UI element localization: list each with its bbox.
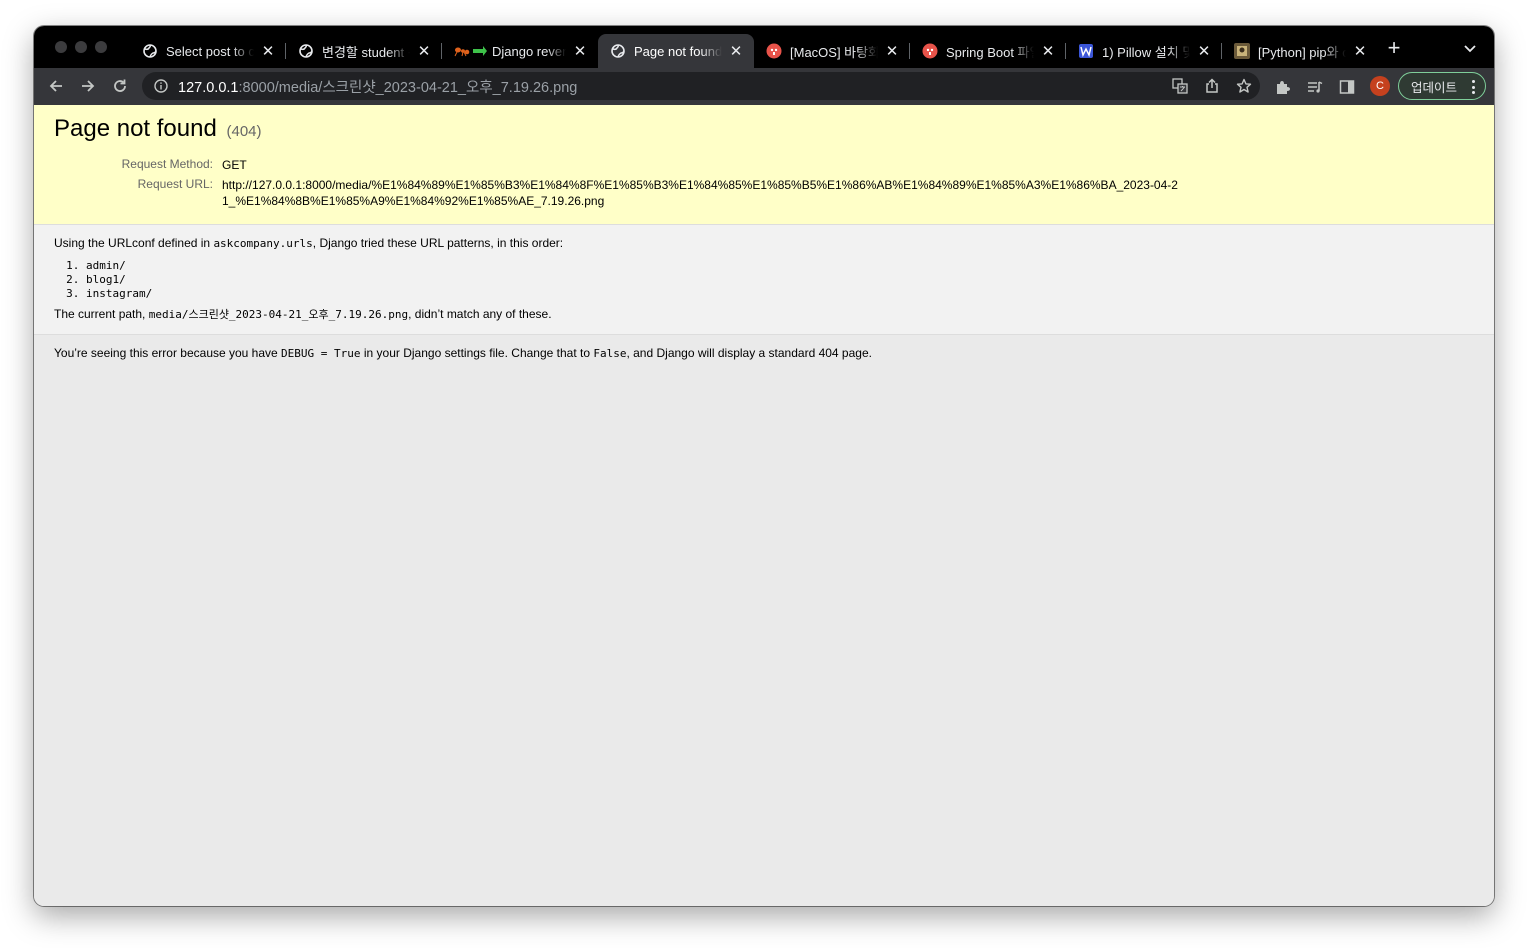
share-icon[interactable] <box>1204 78 1220 94</box>
update-label: 업데이트 <box>1411 80 1458 95</box>
status-code: (404) <box>226 123 262 140</box>
tab-search-chevron-icon[interactable] <box>1462 40 1478 56</box>
url-path: :8000/media/스크린샷_2023-04-21_오후_7.19.26.p… <box>238 79 578 96</box>
new-tab-button[interactable]: + <box>1384 37 1404 59</box>
urlconf-info: Using the URLconf defined in askcompany.… <box>34 225 1494 335</box>
close-tab-icon[interactable]: ✕ <box>1040 43 1056 60</box>
tab-title: 1) Pillow 설치 및 <box>1102 44 1190 60</box>
red-circle-icon <box>922 43 938 59</box>
debug-false-value: False <box>593 347 627 360</box>
tab-title: Spring Boot 파일 <box>946 44 1034 60</box>
extensions-puzzle-icon[interactable] <box>1274 78 1292 96</box>
minimize-window-button[interactable] <box>75 41 87 53</box>
page-content: Page not found (404) Request Method: GET… <box>34 105 1494 906</box>
side-panel-icon[interactable] <box>1338 78 1356 96</box>
green-arrow-icon <box>472 43 488 59</box>
tab-page-not-found[interactable]: Page not found at /media/ ✕ <box>598 34 754 68</box>
request-url-label: Request URL: <box>137 177 213 191</box>
current-path-text: The current path, media/스크린샷_2023-04-21_… <box>54 306 1474 323</box>
error-summary: Page not found (404) Request Method: GET… <box>34 105 1494 225</box>
tab-title: Django reverse <box>492 43 566 59</box>
translate-icon[interactable] <box>1172 78 1188 94</box>
tab-django-reverse[interactable]: Django reverse ✕ <box>442 34 598 68</box>
tab-list: Select post to change ✕ 변경할 student 선택 ✕ <box>130 34 1378 68</box>
update-button[interactable]: 업데이트 <box>1398 72 1486 100</box>
request-url-value: http://127.0.0.1:8000/media/%E1%84%89%E1… <box>222 178 1178 208</box>
close-tab-icon[interactable]: ✕ <box>884 43 900 60</box>
url-text[interactable]: 127.0.0.1:8000/media/스크린샷_2023-04-21_오후_… <box>178 76 577 97</box>
close-window-button[interactable] <box>55 41 67 53</box>
tab-student-select[interactable]: 변경할 student 선택 ✕ <box>286 34 442 68</box>
urlconf-suffix: , Django tried these URL patterns, in th… <box>312 236 564 250</box>
tab-title: [MacOS] 바탕화면 <box>790 44 878 60</box>
tab-select-post[interactable]: Select post to change ✕ <box>130 34 286 68</box>
debug-setting: DEBUG = True <box>281 347 361 360</box>
url-pattern-item: blog1/ <box>86 273 1474 287</box>
url-host: 127.0.0.1 <box>178 79 239 96</box>
address-bar-actions <box>1172 78 1252 94</box>
red-circle-icon <box>766 43 782 59</box>
urlconf-prefix: Using the URLconf defined in <box>54 236 214 250</box>
wikidocs-icon <box>1078 43 1094 59</box>
bookmark-star-icon[interactable] <box>1236 78 1252 94</box>
tab-title: Page not found at /media/ <box>634 43 722 59</box>
debug-prefix: You’re seeing this error because you hav… <box>54 346 282 360</box>
tab-spring-boot[interactable]: Spring Boot 파일 ✕ <box>910 34 1066 68</box>
zoom-window-button[interactable] <box>95 41 107 53</box>
request-meta-table: Request Method: GET Request URL: http://… <box>54 155 1182 211</box>
tab-title: Select post to change <box>166 43 254 59</box>
browser-window: Select post to change ✕ 변경할 student 선택 ✕ <box>34 26 1494 906</box>
tab-pillow-install[interactable]: 1) Pillow 설치 및 ✕ <box>1066 34 1222 68</box>
tab-strip: Select post to change ✕ 변경할 student 선택 ✕ <box>34 26 1494 68</box>
current-path: media/스크린샷_2023-04-21_오후_7.19.26.png <box>148 308 409 321</box>
close-tab-icon[interactable]: ✕ <box>416 43 432 60</box>
tab-title: [Python] pip와 conda <box>1258 44 1346 60</box>
urlconf-module: askcompany.urls <box>213 237 313 250</box>
globe-icon <box>142 43 158 59</box>
globe-icon <box>298 43 314 59</box>
globe-icon <box>610 43 626 59</box>
path-prefix: The current path, <box>54 307 149 321</box>
close-tab-icon[interactable]: ✕ <box>728 43 744 60</box>
path-suffix: , didn’t match any of these. <box>408 307 552 321</box>
url-pattern-item: admin/ <box>86 259 1474 273</box>
browser-toolbar: 127.0.0.1:8000/media/스크린샷_2023-04-21_오후_… <box>34 68 1494 105</box>
back-button[interactable] <box>46 76 66 96</box>
close-tab-icon[interactable]: ✕ <box>260 43 276 60</box>
thumbnail-icon <box>1234 43 1250 59</box>
reload-icon <box>114 79 126 92</box>
forward-button[interactable] <box>78 76 98 96</box>
debug-middle: in your Django settings file. Change tha… <box>360 346 594 360</box>
request-method-label: Request Method: <box>121 157 213 171</box>
ant-icon <box>454 43 470 59</box>
urlconf-text: Using the URLconf defined in askcompany.… <box>54 235 1474 252</box>
menu-kebab-icon[interactable] <box>1472 80 1475 94</box>
back-arrow-icon <box>49 80 62 92</box>
tab-macos-wallpaper[interactable]: [MacOS] 바탕화면 ✕ <box>754 34 910 68</box>
forward-arrow-icon <box>82 80 95 92</box>
reload-button[interactable] <box>110 76 130 96</box>
site-info-icon[interactable] <box>154 79 168 93</box>
debug-text: You’re seeing this error because you hav… <box>54 345 1474 362</box>
debug-suffix: , and Django will display a standard 404… <box>626 346 872 360</box>
close-tab-icon[interactable]: ✕ <box>572 43 588 60</box>
reading-list-icon[interactable] <box>1306 78 1324 96</box>
tab-title: 변경할 student 선택 <box>322 44 410 60</box>
profile-avatar[interactable]: C <box>1370 76 1390 96</box>
close-tab-icon[interactable]: ✕ <box>1352 43 1368 60</box>
url-pattern-item: instagram/ <box>86 287 1474 301</box>
url-pattern-list: admin/ blog1/ instagram/ <box>86 259 1474 301</box>
request-method-value: GET <box>222 158 247 172</box>
debug-explanation: You’re seeing this error because you hav… <box>34 335 1494 372</box>
close-tab-icon[interactable]: ✕ <box>1196 43 1212 60</box>
page-title-text: Page not found <box>54 115 217 142</box>
page-title: Page not found (404) <box>54 115 1474 143</box>
tab-python-pip[interactable]: [Python] pip와 conda ✕ <box>1222 34 1378 68</box>
address-bar[interactable]: 127.0.0.1:8000/media/스크린샷_2023-04-21_오후_… <box>142 72 1260 100</box>
request-url-row: Request URL: http://127.0.0.1:8000/media… <box>54 175 1182 211</box>
request-method-row: Request Method: GET <box>54 155 1182 175</box>
